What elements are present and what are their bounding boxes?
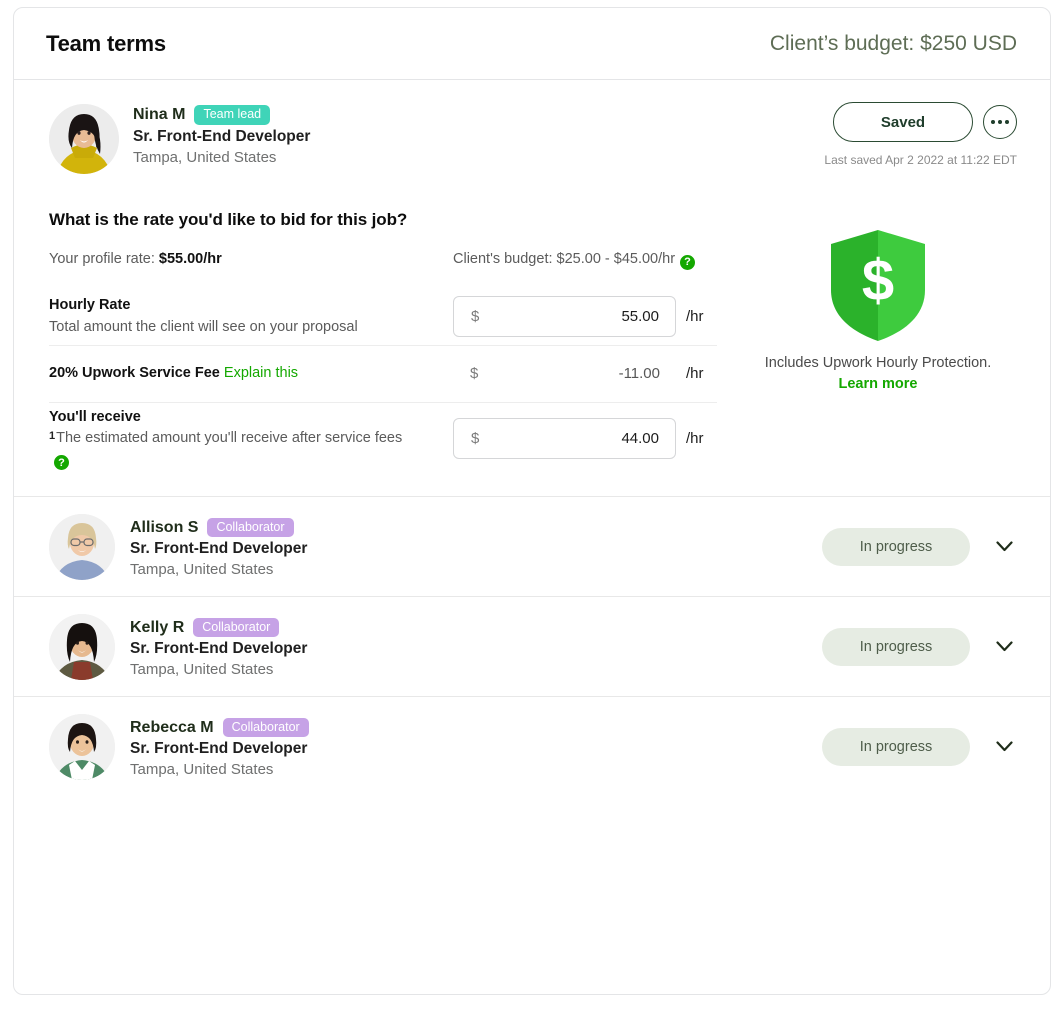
name-row: Nina M Team lead	[133, 105, 310, 125]
name-row: Kelly R Collaborator	[130, 617, 822, 638]
rate-block: What is the rate you'd like to bid for t…	[49, 210, 1017, 471]
name-row: Allison S Collaborator	[130, 517, 822, 538]
team-terms-card: Team terms Client’s budget: $250 USD Nin…	[13, 7, 1051, 995]
collaborator-row: Allison S Collaborator Sr. Front-End Dev…	[14, 496, 1050, 596]
client-budget-range: Client's budget: $25.00 - $45.00/hr?	[453, 251, 696, 270]
card-header: Team terms Client’s budget: $250 USD	[14, 8, 1050, 80]
client-budget-range-label: Client's budget:	[453, 251, 557, 267]
person-location: Tampa, United States	[130, 561, 274, 579]
profile-rate: Your profile rate: $55.00/hr	[49, 251, 453, 270]
hourly-protection-panel: $ Includes Upwork Hourly Protection. Lea…	[739, 210, 1017, 470]
ellipsis-icon[interactable]	[983, 105, 1017, 139]
protection-caption: Includes Upwork Hourly Protection.	[764, 355, 992, 371]
currency-symbol: $	[471, 429, 480, 447]
hourly-rate-subtitle: Total amount the client will see on your…	[49, 318, 358, 335]
name-row: Rebecca M Collaborator	[130, 717, 822, 738]
hourly-rate-value: 55.00	[621, 308, 659, 325]
collaborator-info: Allison S Collaborator Sr. Front-End Dev…	[130, 515, 822, 579]
person-location: Tampa, United States	[130, 661, 274, 679]
service-fee-value: -11.00	[618, 365, 660, 382]
rate-question: What is the rate you'd like to bid for t…	[49, 210, 408, 229]
person-name: Nina M	[133, 105, 186, 123]
collaborator-info: Rebecca M Collaborator Sr. Front-End Dev…	[130, 715, 822, 779]
last-saved-timestamp: Last saved Apr 2 2022 at 11:22 EDT	[824, 153, 1017, 167]
person-role: Sr. Front-End Developer	[130, 540, 308, 558]
person-role: Sr. Front-End Developer	[130, 740, 308, 758]
avatar	[49, 613, 115, 680]
action-row: Saved	[824, 102, 1017, 142]
hourly-rate-row: Hourly Rate Total amount the client will…	[49, 289, 739, 345]
collaborator-row: Kelly R Collaborator Sr. Front-End Devel…	[14, 596, 1050, 696]
youll-receive-title: You'll receive	[49, 408, 141, 425]
chevron-down-icon[interactable]	[991, 734, 1017, 760]
rate-reference-line: Your profile rate: $55.00/hr Client's bu…	[49, 251, 739, 270]
chevron-down-icon[interactable]	[991, 634, 1017, 660]
status-badge[interactable]: In progress	[822, 527, 970, 566]
collaborator-badge: Collaborator	[193, 617, 280, 638]
footnote-marker: 1	[49, 429, 56, 442]
hourly-rate-label: Hourly Rate Total amount the client will…	[49, 295, 453, 337]
team-lead-badge: Team lead	[194, 105, 271, 125]
youll-receive-input[interactable]: $ 44.00	[453, 417, 676, 459]
youll-receive-unit: /hr	[686, 429, 704, 447]
team-lead-section: Nina M Team lead Sr. Front-End Developer…	[14, 80, 1050, 496]
status-badge[interactable]: In progress	[822, 727, 970, 766]
status-badge[interactable]: In progress	[822, 627, 970, 666]
service-fee-label: 20% Upwork Service Fee Explain this	[49, 363, 453, 384]
avatar	[49, 513, 115, 580]
rate-form: What is the rate you'd like to bid for t…	[49, 210, 739, 471]
page-title: Team terms	[46, 30, 166, 56]
help-icon[interactable]: ?	[54, 455, 69, 471]
hourly-rate-input[interactable]: $ 55.00	[453, 296, 676, 337]
profile-rate-value: $55.00/hr	[158, 251, 222, 267]
youll-receive-row: You'll receive 1The estimated amount you…	[49, 407, 739, 471]
youll-receive-subtitle: 1The estimated amount you'll receive aft…	[49, 429, 403, 446]
avatar	[49, 104, 119, 174]
client-budget-range-value: $25.00 - $45.00/hr	[556, 251, 676, 267]
learn-more-link[interactable]: Learn more	[839, 376, 918, 392]
collaborator-info: Kelly R Collaborator Sr. Front-End Devel…	[130, 615, 822, 679]
service-fee-title: 20% Upwork Service Fee Explain this	[49, 364, 299, 381]
person-role: Sr. Front-End Developer	[130, 640, 308, 658]
collaborator-row: Rebecca M Collaborator Sr. Front-End Dev…	[14, 696, 1050, 796]
youll-receive-label: You'll receive 1The estimated amount you…	[49, 407, 453, 471]
person-name: Rebecca M	[130, 718, 214, 736]
divider	[49, 401, 717, 403]
currency-symbol: $	[471, 308, 480, 325]
help-icon[interactable]: ?	[680, 254, 696, 270]
person-role: Sr. Front-End Developer	[133, 127, 311, 145]
person-name: Allison S	[130, 518, 199, 536]
collaborator-badge: Collaborator	[207, 517, 294, 538]
shield-dollar-icon: $	[831, 230, 925, 341]
lead-actions: Saved Last saved Apr 2 2022 at 11:22 EDT	[824, 102, 1017, 167]
service-fee-row: 20% Upwork Service Fee Explain this $ -1…	[49, 346, 739, 402]
youll-receive-value: 44.00	[621, 429, 659, 447]
avatar	[49, 713, 115, 780]
saved-button[interactable]: Saved	[833, 102, 973, 142]
person-name: Kelly R	[130, 618, 185, 636]
person-location: Tampa, United States	[130, 761, 274, 779]
profile-rate-label: Your profile rate:	[49, 251, 159, 267]
chevron-down-icon[interactable]	[991, 534, 1017, 560]
hourly-rate-unit: /hr	[686, 308, 704, 325]
explain-this-link[interactable]: Explain this	[224, 365, 298, 381]
team-lead-info: Nina M Team lead Sr. Front-End Developer…	[133, 102, 310, 166]
hourly-rate-title: Hourly Rate	[49, 297, 131, 314]
svg-text:$: $	[862, 248, 894, 313]
client-budget-label: Client’s budget: $250 USD	[769, 31, 1017, 55]
service-fee-amount: $ -11.00	[453, 365, 676, 382]
service-fee-unit: /hr	[686, 365, 704, 382]
collaborator-badge: Collaborator	[222, 717, 309, 738]
person-location: Tampa, United States	[133, 148, 277, 166]
currency-symbol: $	[470, 365, 479, 382]
